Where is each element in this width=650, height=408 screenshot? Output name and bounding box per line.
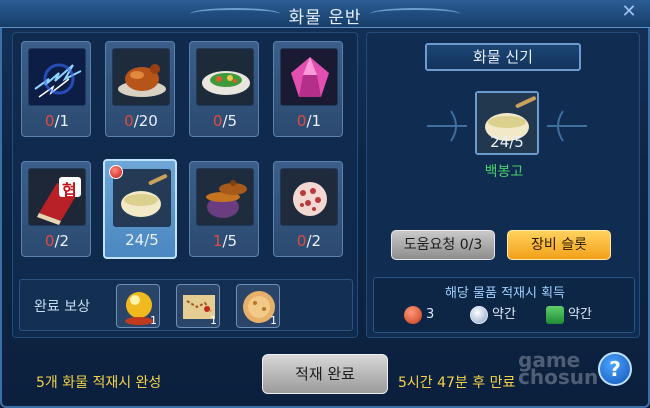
panel-header-text: 화물 신기 [473,48,533,66]
slot-count: 1/5 [212,232,238,250]
info-title: 해당 물품 적재시 획득 [444,286,566,301]
window-title: 화물 운반 [288,8,362,28]
cargo-slot[interactable]: 1/5 [189,161,259,257]
green-ticket-icon [546,305,564,324]
pink-gem-icon [280,48,338,106]
reward-qty: 1 [150,314,157,327]
slot-count: 0/1 [296,112,322,130]
reward-label: 완료 보상 [34,299,90,315]
reward-item[interactable]: 1 [116,284,160,328]
currency-item: 약간 [546,304,592,326]
slot-count: 24/5 [125,231,159,249]
reward-qty: 1 [270,314,277,327]
red-book-icon: 협 [28,168,86,226]
silver-coin-icon [470,305,488,324]
cargo-slot[interactable]: 0/1 [273,41,343,137]
coral-icon [280,168,338,226]
clay-pot-icon [196,168,254,226]
book-label: 협 [62,181,77,200]
currency-item: 3 [404,304,434,326]
reward-qty: 1 [210,314,217,327]
completion-reward: 완료 보상 1 1 1 [19,279,353,331]
cargo-slot[interactable]: 협 0/2 [21,161,91,257]
cargo-slot[interactable]: 0/2 [273,161,343,257]
help-request-button[interactable]: 도움요청 0/3 [391,230,495,260]
completion-condition: 5개 화물 적재시 완성 [36,375,162,391]
slot-count: 0/1 [44,112,70,130]
slot-count: 0/5 [212,112,238,130]
panel-header: 화물 신기 [425,43,581,71]
reward-item[interactable]: 1 [236,284,280,328]
equip-slot-button[interactable]: 장비 슬롯 [507,230,611,260]
cargo-slot[interactable]: 0/5 [189,41,259,137]
help-icon[interactable]: ? [598,352,632,386]
slot-count: 0/2 [44,232,70,250]
selected-item-count: 24/5 [490,133,524,151]
load-complete-button[interactable]: 적재 완료 [262,354,388,394]
reward-item[interactable]: 1 [176,284,220,328]
expiry-timer: 5시간 47분 후 만료 [398,375,516,391]
close-icon[interactable]: ✕ [616,0,642,26]
slot-count: 0/2 [296,232,322,250]
cargo-slot-selected[interactable]: 24/5 [103,159,177,259]
slot-count: 0/20 [124,112,158,130]
soup-bowl-icon [113,169,171,227]
cargo-slot[interactable]: 0/1 [21,41,91,137]
red-coin-icon [404,305,422,324]
selected-item-name: 백봉고 [484,164,524,180]
roast-meat-icon [112,48,170,106]
currency-item: 약간 [470,304,516,326]
load-detail-panel: 화물 신기 24/5 백봉고 도움요청 0/3 장비 슬롯 해당 물품 적재시 … [366,32,640,338]
alert-dot-icon [109,165,123,179]
salad-plate-icon [196,48,254,106]
cargo-slots-panel: 0/1 0/20 0/5 0/1 협 0/2 24/5 1/5 0/2 완료 보… [12,32,358,338]
cargo-slot[interactable]: 0/20 [105,41,175,137]
lightning-icon [28,48,86,106]
load-reward-info: 해당 물품 적재시 획득 3 약간 약간 [373,277,635,333]
